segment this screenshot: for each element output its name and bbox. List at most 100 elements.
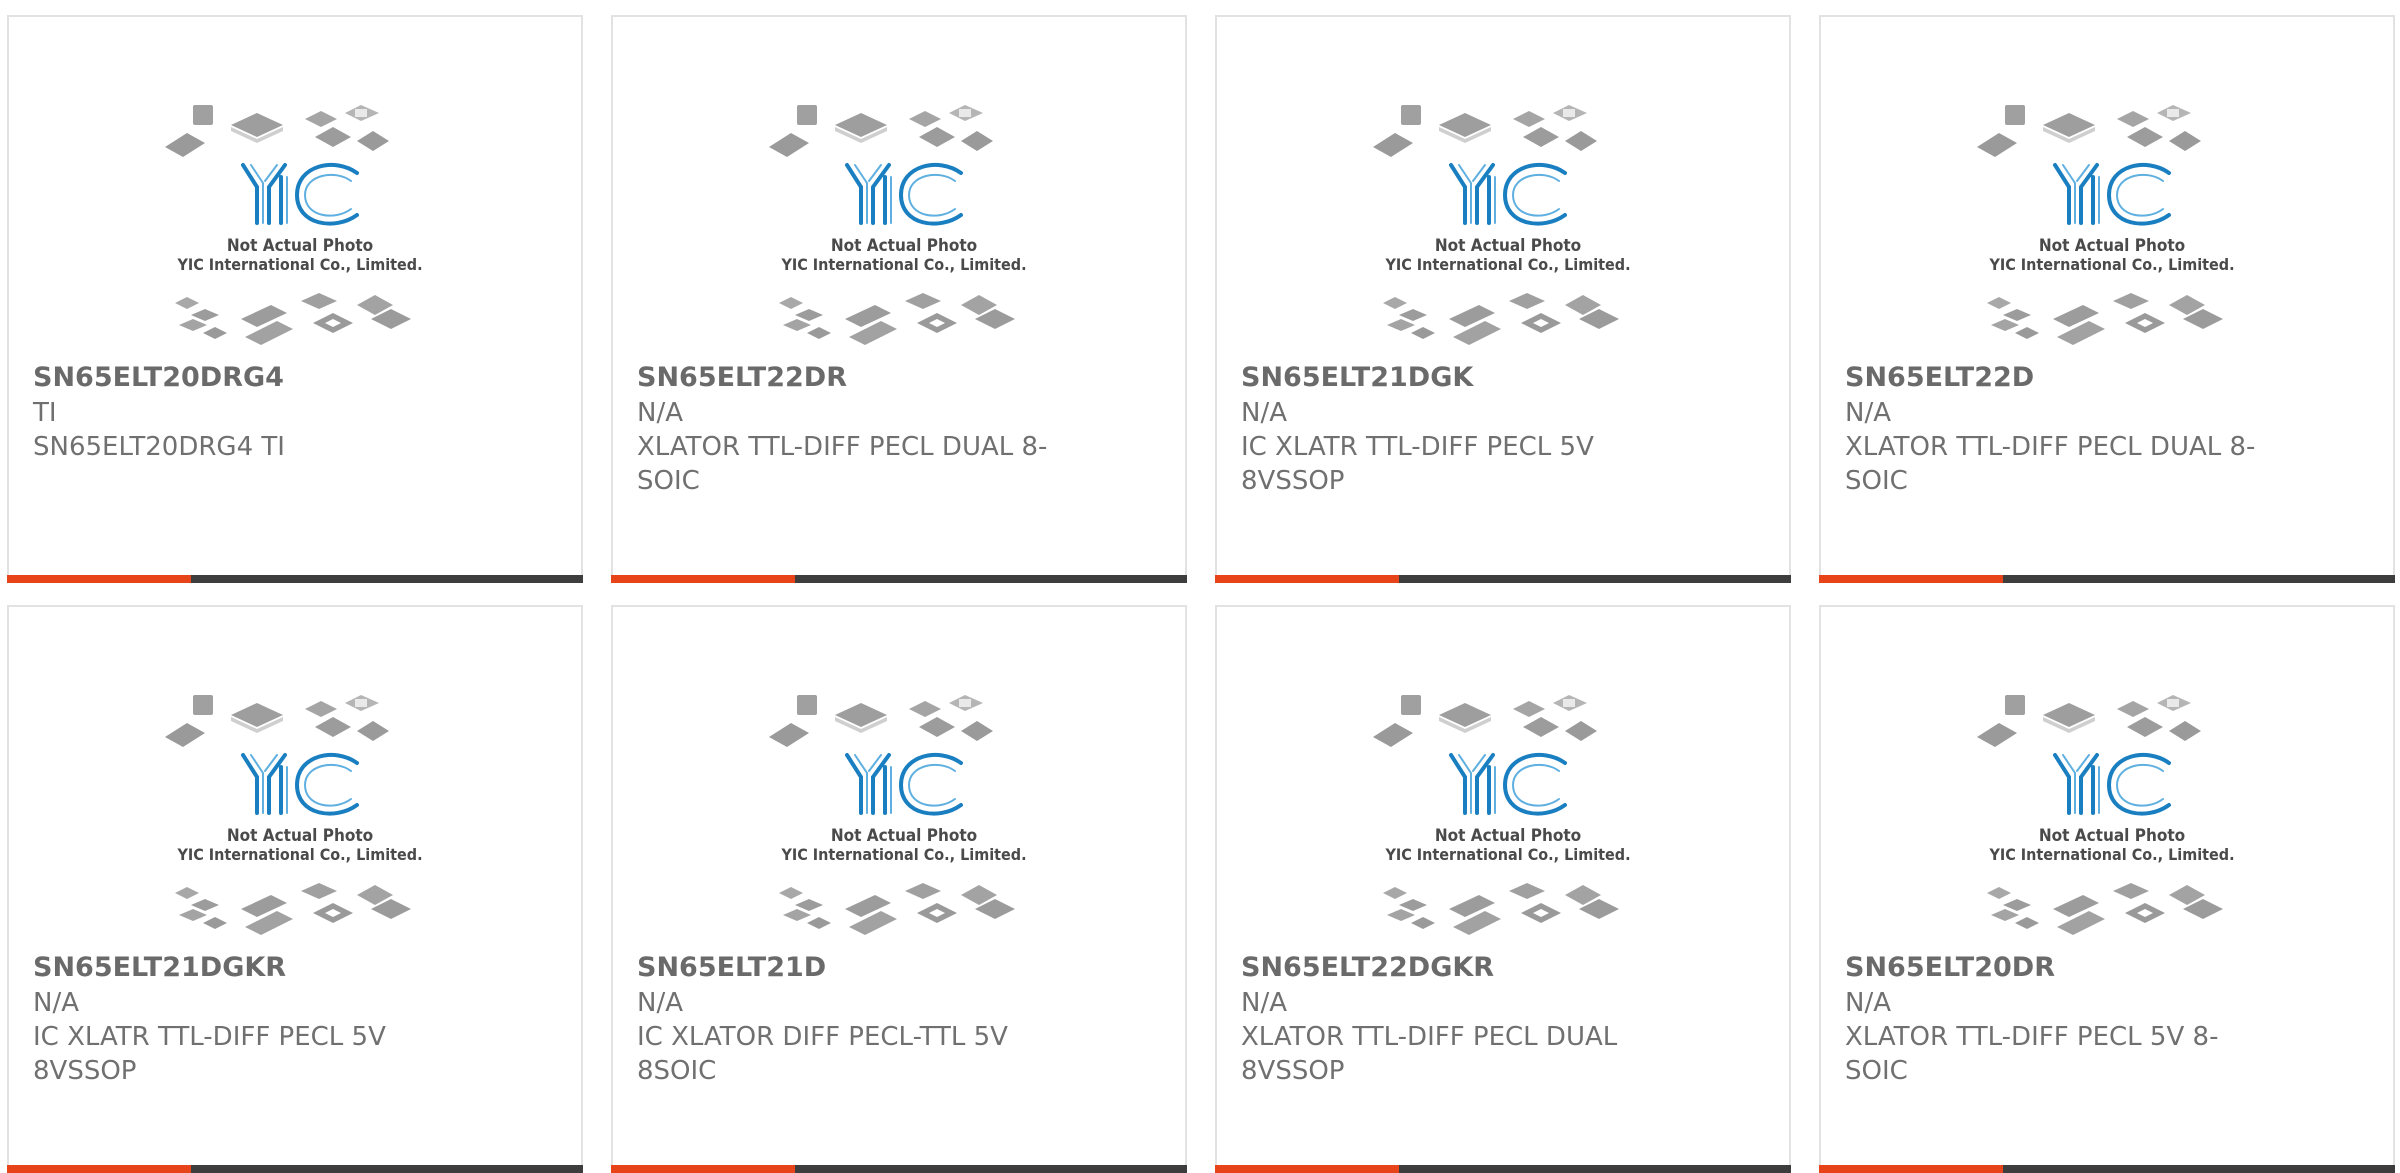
not-actual-photo-note: Not Actual Photo bbox=[1435, 826, 1581, 846]
product-info: SN65ELT21D N/A IC XLATOR DIFF PECL-TTL 5… bbox=[637, 950, 1161, 1088]
company-name-note: YIC International Co., Limited. bbox=[1988, 845, 2234, 864]
not-actual-photo-note: Not Actual Photo bbox=[2039, 236, 2185, 256]
chip-row-top-icon bbox=[769, 105, 993, 157]
description: IC XLATOR DIFF PECL-TTL 5V 8SOIC bbox=[637, 1022, 1008, 1086]
chip-row-top-icon bbox=[1977, 105, 2201, 157]
product-card[interactable]: Not Actual Photo YIC International Co., … bbox=[1215, 605, 1791, 1173]
yic-logo-icon bbox=[2053, 753, 2171, 816]
yic-logo-icon bbox=[241, 163, 359, 226]
product-thumbnail: Not Actual Photo YIC International Co., … bbox=[165, 105, 435, 361]
description: IC XLATR TTL-DIFF PECL 5V 8VSSOP bbox=[33, 1022, 386, 1086]
card-bottom-bar bbox=[1819, 575, 2395, 583]
card-accent-bar bbox=[7, 1165, 191, 1173]
company-name-note: YIC International Co., Limited. bbox=[780, 255, 1026, 274]
part-number[interactable]: SN65ELT22D bbox=[1845, 360, 2369, 396]
company-name-note: YIC International Co., Limited. bbox=[176, 845, 422, 864]
card-accent-bar bbox=[1215, 575, 1399, 583]
card-accent-bar bbox=[1819, 1165, 2003, 1173]
manufacturer: N/A bbox=[637, 398, 683, 428]
card-bottom-bar bbox=[1819, 1165, 2395, 1173]
not-actual-photo-note: Not Actual Photo bbox=[227, 236, 373, 256]
part-number[interactable]: SN65ELT21DGK bbox=[1241, 360, 1765, 396]
product-info: SN65ELT22DGKR N/A XLATOR TTL-DIFF PECL D… bbox=[1241, 950, 1765, 1088]
company-name-note: YIC International Co., Limited. bbox=[780, 845, 1026, 864]
card-accent-bar bbox=[1215, 1165, 1399, 1173]
description: XLATOR TTL-DIFF PECL DUAL 8-SOIC bbox=[1845, 432, 2256, 496]
chip-row-bottom-icon bbox=[1383, 883, 1619, 935]
manufacturer: N/A bbox=[1845, 398, 1891, 428]
card-bottom-bar bbox=[7, 575, 583, 583]
card-bottom-bar bbox=[611, 575, 1187, 583]
yic-logo-icon bbox=[845, 753, 963, 816]
card-accent-bar bbox=[611, 1165, 795, 1173]
not-actual-photo-note: Not Actual Photo bbox=[227, 826, 373, 846]
company-name-note: YIC International Co., Limited. bbox=[176, 255, 422, 274]
product-info: SN65ELT20DR N/A XLATOR TTL-DIFF PECL 5V … bbox=[1845, 950, 2369, 1088]
chip-row-top-icon bbox=[165, 105, 389, 157]
yic-logo-icon bbox=[2053, 163, 2171, 226]
product-grid: Not Actual Photo YIC International Co., … bbox=[0, 0, 2400, 1173]
chip-row-top-icon bbox=[1977, 695, 2201, 747]
chip-row-top-icon bbox=[1373, 695, 1597, 747]
product-card[interactable]: Not Actual Photo YIC International Co., … bbox=[1215, 15, 1791, 583]
product-card[interactable]: Not Actual Photo YIC International Co., … bbox=[611, 605, 1187, 1173]
product-thumbnail: Not Actual Photo YIC International Co., … bbox=[1977, 695, 2247, 951]
product-thumbnail: Not Actual Photo YIC International Co., … bbox=[1373, 105, 1643, 361]
description: IC XLATR TTL-DIFF PECL 5V 8VSSOP bbox=[1241, 432, 1594, 496]
description: XLATOR TTL-DIFF PECL DUAL 8-SOIC bbox=[637, 432, 1048, 496]
chip-row-top-icon bbox=[769, 695, 993, 747]
manufacturer: N/A bbox=[1241, 988, 1287, 1018]
manufacturer: N/A bbox=[637, 988, 683, 1018]
yic-logo-icon bbox=[1449, 163, 1567, 226]
part-number[interactable]: SN65ELT20DRG4 bbox=[33, 360, 557, 396]
chip-row-bottom-icon bbox=[1383, 293, 1619, 345]
yic-logo-icon bbox=[241, 753, 359, 816]
product-thumbnail: Not Actual Photo YIC International Co., … bbox=[165, 695, 435, 951]
chip-row-bottom-icon bbox=[779, 293, 1015, 345]
product-thumbnail: Not Actual Photo YIC International Co., … bbox=[769, 105, 1039, 361]
card-accent-bar bbox=[1819, 575, 2003, 583]
product-thumbnail: Not Actual Photo YIC International Co., … bbox=[769, 695, 1039, 951]
card-accent-bar bbox=[7, 575, 191, 583]
company-name-note: YIC International Co., Limited. bbox=[1384, 255, 1630, 274]
product-info: SN65ELT22D N/A XLATOR TTL-DIFF PECL DUAL… bbox=[1845, 360, 2369, 498]
chip-row-top-icon bbox=[165, 695, 389, 747]
part-number[interactable]: SN65ELT21D bbox=[637, 950, 1161, 986]
not-actual-photo-note: Not Actual Photo bbox=[2039, 826, 2185, 846]
product-info: SN65ELT22DR N/A XLATOR TTL-DIFF PECL DUA… bbox=[637, 360, 1161, 498]
not-actual-photo-note: Not Actual Photo bbox=[831, 236, 977, 256]
company-name-note: YIC International Co., Limited. bbox=[1384, 845, 1630, 864]
card-bottom-bar bbox=[1215, 575, 1791, 583]
description: XLATOR TTL-DIFF PECL DUAL 8VSSOP bbox=[1241, 1022, 1618, 1086]
product-card[interactable]: Not Actual Photo YIC International Co., … bbox=[7, 15, 583, 583]
manufacturer: N/A bbox=[1845, 988, 1891, 1018]
product-card[interactable]: Not Actual Photo YIC International Co., … bbox=[1819, 15, 2395, 583]
yic-logo-icon bbox=[845, 163, 963, 226]
chip-row-top-icon bbox=[1373, 105, 1597, 157]
product-info: SN65ELT21DGKR N/A IC XLATR TTL-DIFF PECL… bbox=[33, 950, 557, 1088]
product-card[interactable]: Not Actual Photo YIC International Co., … bbox=[7, 605, 583, 1173]
part-number[interactable]: SN65ELT21DGKR bbox=[33, 950, 557, 986]
not-actual-photo-note: Not Actual Photo bbox=[831, 826, 977, 846]
product-card[interactable]: Not Actual Photo YIC International Co., … bbox=[1819, 605, 2395, 1173]
product-thumbnail: Not Actual Photo YIC International Co., … bbox=[1373, 695, 1643, 951]
product-info: SN65ELT21DGK N/A IC XLATR TTL-DIFF PECL … bbox=[1241, 360, 1765, 498]
manufacturer: N/A bbox=[1241, 398, 1287, 428]
description: SN65ELT20DRG4 TI bbox=[33, 432, 285, 462]
chip-row-bottom-icon bbox=[1987, 883, 2223, 935]
product-info: SN65ELT20DRG4 TI SN65ELT20DRG4 TI bbox=[33, 360, 557, 464]
manufacturer: TI bbox=[33, 398, 57, 428]
chip-row-bottom-icon bbox=[779, 883, 1015, 935]
product-card[interactable]: Not Actual Photo YIC International Co., … bbox=[611, 15, 1187, 583]
part-number[interactable]: SN65ELT22DR bbox=[637, 360, 1161, 396]
card-bottom-bar bbox=[611, 1165, 1187, 1173]
not-actual-photo-note: Not Actual Photo bbox=[1435, 236, 1581, 256]
description: XLATOR TTL-DIFF PECL 5V 8-SOIC bbox=[1845, 1022, 2219, 1086]
part-number[interactable]: SN65ELT22DGKR bbox=[1241, 950, 1765, 986]
product-thumbnail: Not Actual Photo YIC International Co., … bbox=[1977, 105, 2247, 361]
chip-row-bottom-icon bbox=[175, 293, 411, 345]
part-number[interactable]: SN65ELT20DR bbox=[1845, 950, 2369, 986]
company-name-note: YIC International Co., Limited. bbox=[1988, 255, 2234, 274]
card-bottom-bar bbox=[1215, 1165, 1791, 1173]
yic-logo-icon bbox=[1449, 753, 1567, 816]
